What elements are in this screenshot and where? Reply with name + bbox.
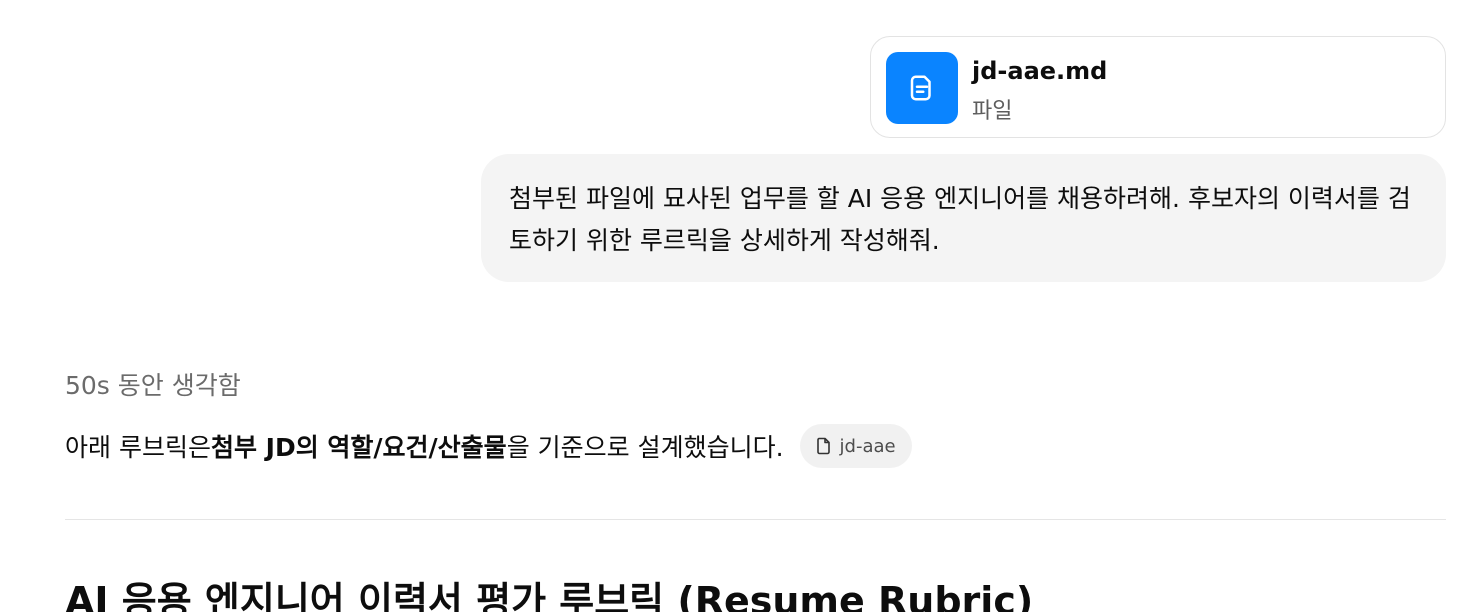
rubric-heading: AI 응용 엔지니어 이력서 평가 루브릭 (Resume Rubric) bbox=[65, 579, 1034, 612]
citation-label: jd-aae bbox=[839, 435, 896, 457]
citation-pill[interactable]: jd-aae bbox=[799, 424, 912, 468]
chat-page: jd-aae.md 파일 첨부된 파일에 묘사된 업무를 할 AI 응용 엔지니… bbox=[0, 0, 1484, 612]
thinking-duration-toggle[interactable]: 50s 동안 생각함 bbox=[65, 366, 241, 402]
intro-text-after: 을 기준으로 설계했습니다. bbox=[506, 433, 784, 462]
document-icon bbox=[886, 52, 958, 124]
section-divider bbox=[65, 519, 1446, 520]
file-icon bbox=[816, 437, 832, 455]
attachment-file-name: jd-aae.md bbox=[972, 57, 1108, 85]
intro-text-before: 아래 루브릭은 bbox=[65, 433, 211, 462]
user-message-bubble: 첨부된 파일에 묘사된 업무를 할 AI 응용 엔지니어를 채용하려해. 후보자… bbox=[481, 154, 1446, 282]
assistant-intro-paragraph: 아래 루브릭은 첨부 JD의 역할/요건/산출물 을 기준으로 설계했습니다. j… bbox=[65, 424, 912, 468]
file-attachment-card[interactable]: jd-aae.md 파일 bbox=[870, 36, 1446, 138]
intro-text-bold: 첨부 JD의 역할/요건/산출물 bbox=[210, 433, 507, 462]
attachment-file-type: 파일 bbox=[972, 99, 1013, 124]
